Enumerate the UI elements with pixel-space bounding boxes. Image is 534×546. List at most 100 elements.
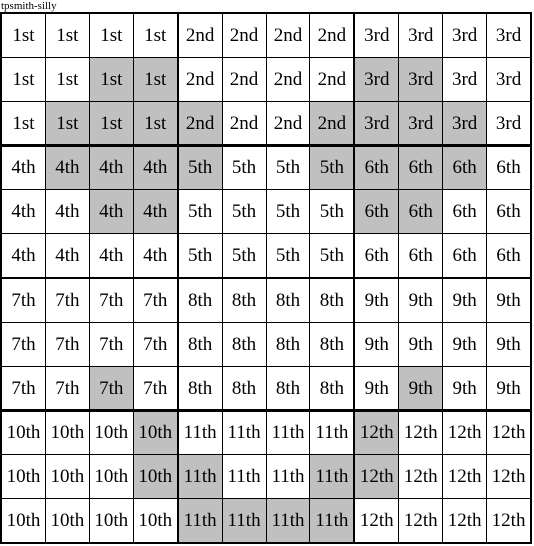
grid-cell[interactable]: 8th bbox=[309, 366, 354, 410]
grid-cell[interactable]: 10th bbox=[2, 499, 45, 542]
grid-cell[interactable]: 6th bbox=[398, 190, 443, 234]
grid-cell[interactable]: 3rd bbox=[355, 57, 399, 101]
grid-cell[interactable]: 11th bbox=[178, 499, 222, 542]
grid-cell[interactable]: 12th bbox=[486, 411, 531, 455]
grid-cell[interactable]: 11th bbox=[309, 455, 354, 499]
grid-cell[interactable]: 5th bbox=[178, 234, 222, 277]
grid-cell[interactable]: 7th bbox=[2, 322, 45, 366]
grid-cell[interactable]: 10th bbox=[44, 455, 89, 499]
grid-cell[interactable]: 2nd bbox=[265, 101, 310, 145]
grid-cell[interactable]: 1st bbox=[88, 57, 133, 101]
grid-cell[interactable]: 3rd bbox=[398, 57, 443, 101]
grid-cell[interactable]: 4th bbox=[44, 146, 89, 190]
grid-cell[interactable]: 5th bbox=[265, 234, 310, 277]
grid-cell[interactable]: 3rd bbox=[486, 101, 531, 145]
grid-cell[interactable]: 12th bbox=[355, 411, 399, 455]
grid-cell[interactable]: 3rd bbox=[486, 57, 531, 101]
grid-cell[interactable]: 4th bbox=[44, 234, 89, 277]
grid-cell[interactable]: 9th bbox=[355, 279, 399, 322]
grid-cell[interactable]: 12th bbox=[398, 455, 443, 499]
grid-cell[interactable]: 5th bbox=[309, 190, 354, 234]
grid-cell[interactable]: 10th bbox=[88, 411, 133, 455]
grid-cell[interactable]: 6th bbox=[486, 146, 531, 190]
grid-cell[interactable]: 8th bbox=[221, 279, 266, 322]
grid-cell[interactable]: 2nd bbox=[178, 14, 222, 57]
grid-cell[interactable]: 12th bbox=[442, 499, 487, 542]
grid-cell[interactable]: 9th bbox=[486, 366, 531, 410]
grid-cell[interactable]: 12th bbox=[398, 411, 443, 455]
grid-cell[interactable]: 4th bbox=[2, 234, 45, 277]
grid-cell[interactable]: 11th bbox=[265, 499, 310, 542]
grid-cell[interactable]: 9th bbox=[442, 279, 487, 322]
grid-cell[interactable]: 10th bbox=[132, 411, 177, 455]
grid-cell[interactable]: 8th bbox=[221, 322, 266, 366]
grid-cell[interactable]: 2nd bbox=[309, 14, 354, 57]
grid-cell[interactable]: 12th bbox=[486, 499, 531, 542]
grid-cell[interactable]: 5th bbox=[221, 146, 266, 190]
grid-cell[interactable]: 6th bbox=[442, 146, 487, 190]
grid-cell[interactable]: 2nd bbox=[221, 57, 266, 101]
grid-cell[interactable]: 1st bbox=[132, 57, 177, 101]
grid-cell[interactable]: 2nd bbox=[221, 101, 266, 145]
grid-cell[interactable]: 8th bbox=[178, 322, 222, 366]
grid-cell[interactable]: 4th bbox=[88, 146, 133, 190]
grid-cell[interactable]: 10th bbox=[44, 411, 89, 455]
grid-cell[interactable]: 11th bbox=[178, 411, 222, 455]
grid-cell[interactable]: 3rd bbox=[398, 101, 443, 145]
grid-cell[interactable]: 5th bbox=[178, 190, 222, 234]
grid-cell[interactable]: 11th bbox=[221, 411, 266, 455]
grid-cell[interactable]: 4th bbox=[88, 190, 133, 234]
grid-cell[interactable]: 5th bbox=[221, 190, 266, 234]
grid-cell[interactable]: 2nd bbox=[265, 57, 310, 101]
grid-cell[interactable]: 8th bbox=[178, 366, 222, 410]
grid-cell[interactable]: 7th bbox=[132, 366, 177, 410]
grid-cell[interactable]: 10th bbox=[88, 499, 133, 542]
grid-cell[interactable]: 6th bbox=[355, 146, 399, 190]
grid-cell[interactable]: 7th bbox=[2, 279, 45, 322]
grid-cell[interactable]: 7th bbox=[2, 366, 45, 410]
grid-cell[interactable]: 8th bbox=[221, 366, 266, 410]
grid-cell[interactable]: 5th bbox=[178, 146, 222, 190]
grid-cell[interactable]: 10th bbox=[88, 455, 133, 499]
grid-cell[interactable]: 6th bbox=[486, 190, 531, 234]
grid-cell[interactable]: 2nd bbox=[178, 101, 222, 145]
grid-cell[interactable]: 4th bbox=[2, 190, 45, 234]
grid-cell[interactable]: 12th bbox=[398, 499, 443, 542]
grid-cell[interactable]: 11th bbox=[309, 499, 354, 542]
grid-cell[interactable]: 3rd bbox=[398, 14, 443, 57]
grid-cell[interactable]: 11th bbox=[265, 455, 310, 499]
grid-cell[interactable]: 9th bbox=[442, 366, 487, 410]
grid-cell[interactable]: 11th bbox=[221, 499, 266, 542]
grid-cell[interactable]: 1st bbox=[44, 14, 89, 57]
grid-cell[interactable]: 7th bbox=[132, 279, 177, 322]
grid-cell[interactable]: 12th bbox=[442, 411, 487, 455]
grid-cell[interactable]: 9th bbox=[442, 322, 487, 366]
grid-cell[interactable]: 6th bbox=[442, 234, 487, 277]
grid-cell[interactable]: 5th bbox=[221, 234, 266, 277]
grid-cell[interactable]: 7th bbox=[44, 322, 89, 366]
grid-cell[interactable]: 3rd bbox=[442, 101, 487, 145]
grid-cell[interactable]: 9th bbox=[486, 279, 531, 322]
grid-cell[interactable]: 1st bbox=[88, 14, 133, 57]
grid-cell[interactable]: 7th bbox=[44, 279, 89, 322]
grid-cell[interactable]: 2nd bbox=[265, 14, 310, 57]
grid-cell[interactable]: 9th bbox=[355, 366, 399, 410]
grid-cell[interactable]: 1st bbox=[44, 101, 89, 145]
grid-cell[interactable]: 7th bbox=[132, 322, 177, 366]
grid-cell[interactable]: 11th bbox=[265, 411, 310, 455]
grid-cell[interactable]: 6th bbox=[442, 190, 487, 234]
grid-cell[interactable]: 6th bbox=[355, 190, 399, 234]
grid-cell[interactable]: 9th bbox=[355, 322, 399, 366]
grid-cell[interactable]: 2nd bbox=[178, 57, 222, 101]
grid-cell[interactable]: 3rd bbox=[486, 14, 531, 57]
grid-cell[interactable]: 6th bbox=[355, 234, 399, 277]
grid-cell[interactable]: 9th bbox=[398, 322, 443, 366]
grid-cell[interactable]: 12th bbox=[442, 455, 487, 499]
grid-cell[interactable]: 11th bbox=[309, 411, 354, 455]
grid-cell[interactable]: 6th bbox=[486, 234, 531, 277]
grid-cell[interactable]: 12th bbox=[486, 455, 531, 499]
grid-cell[interactable]: 5th bbox=[265, 190, 310, 234]
grid-cell[interactable]: 9th bbox=[486, 322, 531, 366]
grid-cell[interactable]: 1st bbox=[88, 101, 133, 145]
grid-cell[interactable]: 12th bbox=[355, 455, 399, 499]
